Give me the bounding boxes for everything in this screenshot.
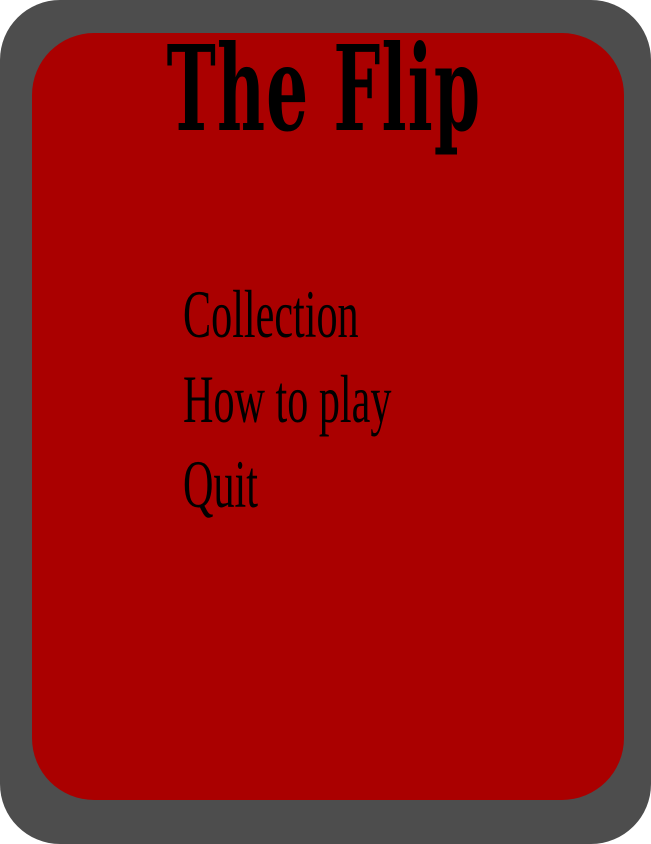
menu-item-quit[interactable]: Quit — [183, 439, 391, 530]
main-menu: Collection How to play Quit — [183, 275, 519, 530]
menu-item-collection[interactable]: Collection — [183, 269, 391, 360]
game-title: The Flip — [166, 19, 482, 158]
menu-item-how-to-play[interactable]: How to play — [183, 354, 391, 445]
